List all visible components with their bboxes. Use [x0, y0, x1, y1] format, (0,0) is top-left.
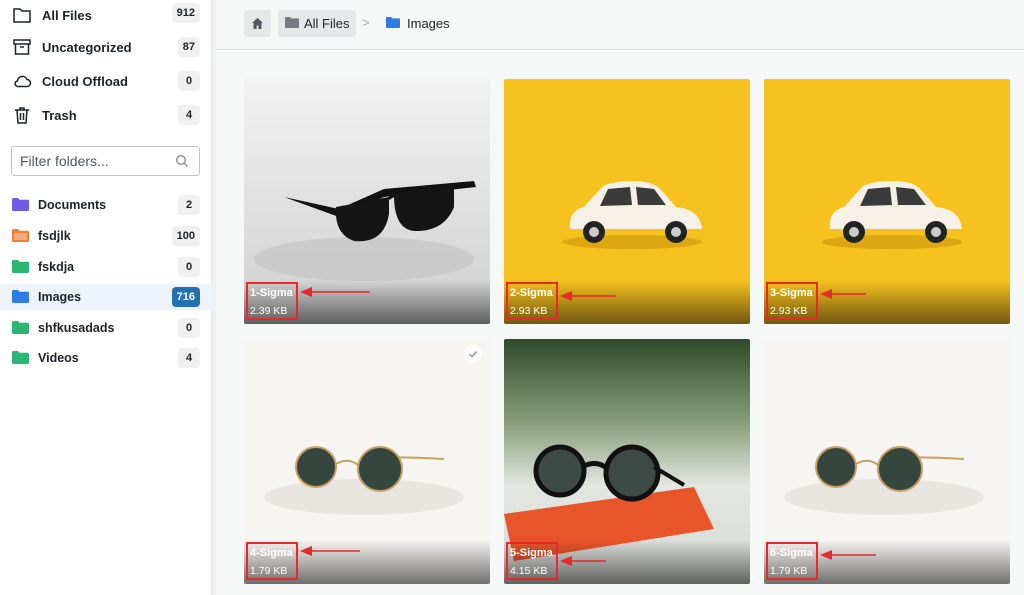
annotation-arrow [300, 546, 360, 556]
highlight-box [506, 542, 558, 580]
folder-label: Documents [38, 198, 107, 212]
folder-icon [12, 260, 29, 273]
filter-folders-input[interactable] [20, 153, 170, 169]
breadcrumb-label: Images [407, 16, 450, 31]
count-badge: 87 [177, 37, 200, 57]
folder-label: Videos [38, 351, 79, 365]
nav-label: Trash [42, 107, 77, 123]
folder-icon [12, 321, 29, 334]
breadcrumb-home[interactable] [244, 10, 271, 37]
select-checkbox[interactable] [464, 345, 482, 363]
highlight-box [766, 282, 818, 320]
folder-documents[interactable]: Documents 2 [0, 192, 212, 218]
annotation-arrow [820, 289, 866, 299]
nav-uncategorized[interactable]: Uncategorized 87 [0, 32, 212, 62]
archive-icon [13, 39, 31, 55]
cloud-icon [14, 75, 32, 88]
folder-filter [11, 146, 200, 176]
nav-label: Uncategorized [42, 39, 132, 55]
search-icon[interactable] [175, 154, 189, 168]
annotation-arrow [820, 550, 876, 560]
count-badge: 912 [171, 3, 200, 23]
folder-icon [12, 351, 29, 364]
folder-videos[interactable]: Videos 4 [0, 345, 212, 371]
highlight-box [246, 542, 298, 580]
folder-icon [12, 290, 29, 303]
count-badge: 0 [178, 257, 200, 277]
breadcrumb-all-files[interactable]: All Files [278, 10, 356, 37]
annotation-arrow [560, 556, 606, 566]
breadcrumb-label: All Files [304, 16, 350, 31]
file-card[interactable]: 4-Sigma 1.79 KB [244, 339, 490, 584]
folder-icon [386, 17, 400, 28]
breadcrumb-separator: > [362, 15, 370, 30]
file-card[interactable]: 6-Sigma 1.79 KB [764, 339, 1010, 584]
annotation-arrow [560, 291, 616, 301]
folder-shfkusadads[interactable]: shfkusadads 0 [0, 315, 212, 341]
count-badge: 0 [178, 71, 200, 91]
nav-trash[interactable]: Trash 4 [0, 100, 212, 130]
folder-label: Images [38, 290, 82, 304]
folder-images[interactable]: Images 716 [0, 284, 212, 310]
count-badge: 100 [171, 226, 200, 246]
checkmark-icon [469, 351, 478, 358]
folder-sidebar: All Files 912 Uncategorized 87 Cloud Off… [0, 0, 212, 595]
nav-label: Cloud Offload [42, 73, 128, 89]
file-card[interactable]: 1-Sigma 2.39 KB [244, 79, 490, 324]
folder-outline-icon [13, 8, 31, 23]
nav-all-files[interactable]: All Files 912 [0, 0, 212, 30]
file-card[interactable]: 5-Sigma 4.15 KB [504, 339, 750, 584]
highlight-box [766, 542, 818, 580]
count-badge: 4 [178, 348, 200, 368]
count-badge: 2 [178, 195, 200, 215]
count-badge: 4 [178, 105, 200, 125]
highlight-box [506, 282, 558, 320]
annotation-arrow [300, 287, 370, 297]
file-card[interactable]: 2-Sigma 2.93 KB [504, 79, 750, 324]
folder-label: fsdjlk [38, 229, 71, 243]
folder-icon [12, 229, 29, 242]
trash-icon [15, 107, 29, 124]
count-badge: 716 [171, 287, 200, 307]
folder-icon [12, 198, 29, 211]
folder-icon [285, 17, 299, 28]
file-card[interactable]: 3-Sigma 2.93 KB [764, 79, 1010, 324]
nav-cloud-offload[interactable]: Cloud Offload 0 [0, 66, 212, 96]
count-badge: 0 [178, 318, 200, 338]
folder-label: fskdja [38, 260, 75, 274]
folder-fsdjlk[interactable]: fsdjlk 100 [0, 223, 212, 249]
folder-label: shfkusadads [38, 321, 115, 335]
nav-label: All Files [42, 7, 92, 23]
folder-fskdja[interactable]: fskdja 0 [0, 254, 212, 280]
highlight-box [246, 282, 298, 320]
home-icon [252, 18, 263, 29]
